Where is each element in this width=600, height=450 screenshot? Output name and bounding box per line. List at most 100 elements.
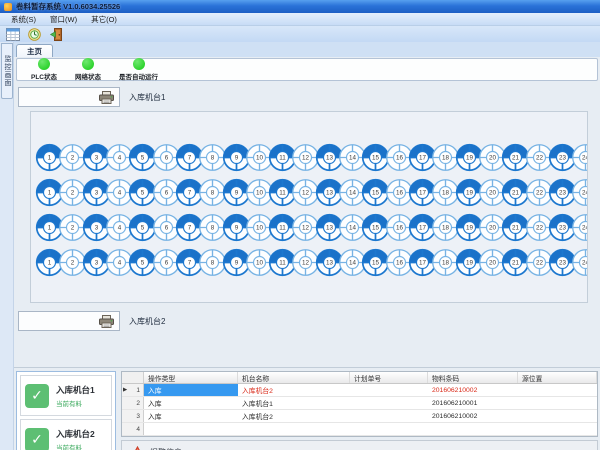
machine2-card[interactable]: ✓ 入库机台2 当前有料 xyxy=(20,419,112,450)
cell: 入库机台1 xyxy=(238,397,350,409)
svg-text:22: 22 xyxy=(536,225,543,232)
svg-text:6: 6 xyxy=(164,155,168,162)
cell: 入库机台2 xyxy=(238,410,350,422)
svg-text:9: 9 xyxy=(234,155,238,162)
row-header: 4 xyxy=(122,423,144,435)
svg-text:6: 6 xyxy=(164,260,168,267)
column-header-4[interactable]: 源位置 xyxy=(518,372,597,383)
indicator-autorun: 是否自动运行 xyxy=(119,58,158,81)
svg-text:8: 8 xyxy=(211,190,215,197)
svg-text:3: 3 xyxy=(94,190,98,197)
column-header-3[interactable]: 物料条码 xyxy=(428,372,518,383)
svg-text:10: 10 xyxy=(256,190,263,197)
machine1-header: 入库机台1 xyxy=(18,87,598,107)
schedule-icon[interactable] xyxy=(5,27,20,41)
svg-text:7: 7 xyxy=(188,225,192,232)
row-header: 2 xyxy=(122,397,144,409)
svg-text:8: 8 xyxy=(211,155,215,162)
reel-slot-24: 24 xyxy=(571,248,588,277)
autorun-status-dot xyxy=(133,58,145,70)
svg-text:21: 21 xyxy=(512,155,519,162)
row-header: ▶1 xyxy=(122,384,144,396)
machine2-header: 入库机台2 xyxy=(18,311,598,331)
svg-text:8: 8 xyxy=(211,225,215,232)
side-tab-monitor[interactable]: 监控画面 xyxy=(1,43,13,99)
title-bar: 卷料暂存系统 V1.0.6034.25526 xyxy=(0,0,600,13)
menu-other[interactable]: 其它(O) xyxy=(84,13,124,26)
svg-text:23: 23 xyxy=(559,190,566,197)
tab-strip: 主页 xyxy=(0,42,600,57)
table-row[interactable]: 4 xyxy=(122,423,597,436)
svg-text:4: 4 xyxy=(118,155,122,162)
menu-window[interactable]: 窗口(W) xyxy=(43,13,84,26)
table-body: ▶1入库入库机台22016062100022入库入库机台1 20160621000… xyxy=(122,384,597,436)
tab-home[interactable]: 主页 xyxy=(16,44,53,57)
svg-text:21: 21 xyxy=(512,260,519,267)
table-row[interactable]: ▶1入库入库机台2201606210002 xyxy=(122,384,597,397)
plc-status-dot xyxy=(38,58,50,70)
exit-icon[interactable] xyxy=(49,27,64,41)
machine2-card-name: 入库机台2 xyxy=(56,428,95,440)
machine1-card-name: 入库机台1 xyxy=(56,384,95,396)
svg-text:4: 4 xyxy=(118,190,122,197)
reel-row-1: 123456789101112131415161718192021222324 xyxy=(35,140,584,175)
svg-text:5: 5 xyxy=(141,190,145,197)
menu-system[interactable]: 系统(S) xyxy=(4,13,43,26)
status-panel: PLC状态 网络状态 是否自动运行 xyxy=(16,58,598,81)
reel-grid-panel: 1234567891011121314151617181920212223241… xyxy=(30,111,588,303)
machine2-label: 入库机台2 xyxy=(129,316,165,327)
cell xyxy=(350,397,428,409)
svg-text:15: 15 xyxy=(372,260,379,267)
table-row[interactable]: 2入库入库机台1201606210001 xyxy=(122,397,597,410)
svg-text:17: 17 xyxy=(419,190,426,197)
svg-text:19: 19 xyxy=(466,225,473,232)
svg-text:12: 12 xyxy=(302,225,309,232)
alarm-label: 报警信息 xyxy=(150,447,182,450)
svg-text:23: 23 xyxy=(559,225,566,232)
cell: 201606210002 xyxy=(428,410,518,422)
indicator-network: 网络状态 xyxy=(75,58,101,81)
machine1-label: 入库机台1 xyxy=(129,92,165,103)
app-icon xyxy=(4,3,12,11)
svg-text:15: 15 xyxy=(372,155,379,162)
svg-text:15: 15 xyxy=(372,190,379,197)
svg-text:5: 5 xyxy=(141,225,145,232)
cell xyxy=(428,423,518,435)
cell xyxy=(518,410,597,422)
reel-row-2: 123456789101112131415161718192021222324 xyxy=(35,175,584,210)
svg-text:12: 12 xyxy=(302,260,309,267)
reel-slot-24: 24 xyxy=(571,143,588,172)
svg-text:13: 13 xyxy=(326,190,333,197)
cell xyxy=(518,423,597,435)
table-row[interactable]: 3入库入库机台2201606210002 xyxy=(122,410,597,423)
svg-text:11: 11 xyxy=(279,260,286,267)
cell xyxy=(350,410,428,422)
svg-text:20: 20 xyxy=(489,155,496,162)
warning-icon xyxy=(131,446,144,450)
reel-row-4: 123456789101112131415161718192021222324 xyxy=(35,245,584,280)
svg-text:17: 17 xyxy=(419,225,426,232)
svg-text:7: 7 xyxy=(188,155,192,162)
svg-text:18: 18 xyxy=(442,225,449,232)
column-header-2[interactable]: 计划单号 xyxy=(350,372,428,383)
svg-text:20: 20 xyxy=(489,190,496,197)
svg-text:20: 20 xyxy=(489,225,496,232)
svg-text:2: 2 xyxy=(71,155,75,162)
svg-text:7: 7 xyxy=(188,190,192,197)
cell: 入库 xyxy=(144,410,238,422)
machine1-card[interactable]: ✓ 入库机台1 当前有料 xyxy=(20,375,112,416)
svg-text:1: 1 xyxy=(48,260,52,267)
cell: 入库 xyxy=(144,384,238,396)
column-header-0[interactable]: 操作类型 xyxy=(144,372,238,383)
machine2-print-box[interactable] xyxy=(18,311,120,331)
machine1-print-box[interactable] xyxy=(18,87,120,107)
check-icon: ✓ xyxy=(25,384,49,408)
printer-icon xyxy=(99,91,114,104)
svg-text:16: 16 xyxy=(396,190,403,197)
column-header-1[interactable]: 机台名称 xyxy=(238,372,350,383)
svg-text:16: 16 xyxy=(396,225,403,232)
clock-icon[interactable] xyxy=(27,27,42,41)
side-tab-label: 监控画面 xyxy=(2,55,12,87)
svg-text:18: 18 xyxy=(442,155,449,162)
table-header-row: 操作类型机台名称计划单号物料条码源位置 xyxy=(122,372,597,384)
